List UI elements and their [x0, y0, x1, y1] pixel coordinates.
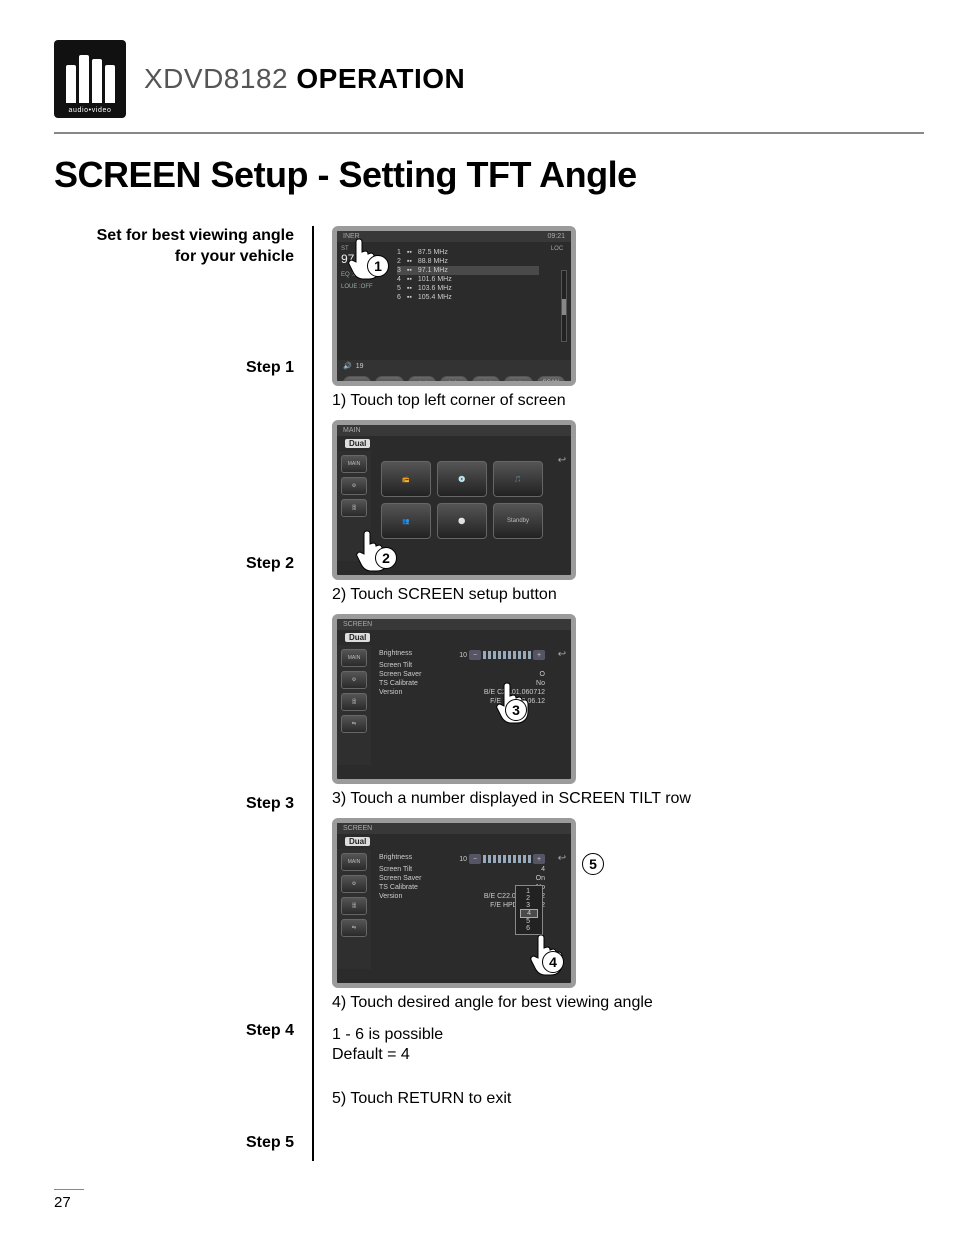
- intro-text: Set for best viewing angle for your vehi…: [54, 226, 294, 268]
- preset-row[interactable]: 2▪▪88.8 MHz: [397, 257, 539, 266]
- tilt-option-selected[interactable]: 4: [520, 909, 538, 918]
- tilt-option[interactable]: 5: [524, 918, 534, 925]
- logo-bars: [60, 40, 121, 107]
- step-3-label: Step 3: [246, 794, 294, 815]
- tilt-dropdown[interactable]: 1 2 3 4 5 6: [515, 885, 543, 935]
- loc-label: LOC: [543, 246, 571, 252]
- preset-row[interactable]: 5▪▪103.6 MHz: [397, 284, 539, 293]
- preset-row[interactable]: 3▪▪97.1 MHz: [397, 266, 539, 275]
- forward-button[interactable]: ►►: [504, 376, 532, 386]
- menu-disc-icon[interactable]: 💿: [437, 461, 487, 497]
- step-2-label: Step 2: [246, 554, 294, 575]
- callout-2: 2: [375, 547, 397, 569]
- model-number: XDVD8182: [144, 63, 288, 94]
- screenshot-tilt-dropdown: SCREEN Dual MAIN ⚙ 🎚 ⇆ Brightness 10−+: [332, 818, 576, 988]
- main-button[interactable]: MAIN: [341, 455, 367, 473]
- caption-5: 5) Touch RETURN to exit: [332, 1090, 924, 1108]
- caption-3: 3) Touch a number displayed in SCREEN TI…: [332, 790, 924, 808]
- page-title: SCREEN Setup - Setting TFT Angle: [54, 154, 924, 196]
- prev-track-button[interactable]: ◄◄: [408, 376, 436, 386]
- screenshot-tuner: INER 09:21 ST 97. EQ :USER LOUE :OFF 1▪▪…: [332, 226, 576, 386]
- ss1-clock: 09:21: [547, 233, 565, 240]
- tilt-default-note: Default = 4: [332, 1046, 924, 1064]
- brand-badge: Dual: [345, 439, 370, 448]
- caption-1: 1) Touch top left corner of screen: [332, 392, 924, 410]
- side-icon[interactable]: ⇆: [341, 715, 367, 733]
- ss2-mode: MAIN: [343, 427, 361, 434]
- step-1-label: Step 1: [246, 358, 294, 379]
- ss1-mode: INER: [343, 233, 360, 240]
- screenshot-screen-setup: SCREEN Dual MAIN ⚙ 🎚 ⇆ Brightness 10−+: [332, 614, 576, 784]
- screen-saver-row[interactable]: Screen SaverOn: [377, 874, 547, 883]
- brand-badge: Dual: [345, 633, 370, 642]
- screen-tilt-row[interactable]: Screen Tilt4: [377, 865, 547, 874]
- main-button[interactable]: MAIN: [341, 853, 367, 871]
- side-icon[interactable]: 🎚: [341, 499, 367, 517]
- operation-label: OPERATION: [296, 63, 465, 94]
- tilt-option[interactable]: 3: [524, 902, 534, 909]
- step-5-label: Step 5: [246, 1133, 294, 1154]
- tilt-range-note: 1 - 6 is possible: [332, 1026, 924, 1044]
- return-icon[interactable]: ↩: [553, 645, 571, 765]
- step-4-label: Step 4: [246, 1021, 294, 1042]
- next-track-button[interactable]: ►►: [440, 376, 468, 386]
- side-icon[interactable]: 🎚: [341, 693, 367, 711]
- caption-2: 2) Touch SCREEN setup button: [332, 586, 924, 604]
- transport-bar: ◄◄ ►► ◄◄ ►► SCAN: [337, 372, 571, 386]
- tilt-option[interactable]: 1: [524, 888, 534, 895]
- return-icon[interactable]: ↩: [553, 451, 571, 561]
- menu-aux-icon[interactable]: ⚪: [437, 503, 487, 539]
- screenshot-main-menu: MAIN Dual MAIN ⚙ 🎚 📻 💿 🎵 👥: [332, 420, 576, 580]
- side-panel: MAIN ⚙ 🎚: [337, 451, 371, 561]
- side-icon[interactable]: ⚙: [341, 477, 367, 495]
- menu-av-icon[interactable]: 👥: [381, 503, 431, 539]
- page-number: 27: [54, 1189, 84, 1211]
- tilt-option[interactable]: 2: [524, 895, 534, 902]
- logo-subtext: audio•video: [69, 107, 112, 114]
- ts-calibrate-row[interactable]: TS CalibrateNo: [377, 679, 547, 688]
- side-icon[interactable]: ⚙: [341, 875, 367, 893]
- side-icon[interactable]: ⚙: [341, 671, 367, 689]
- preset-row[interactable]: 1▪▪87.5 MHz: [397, 248, 539, 257]
- volume-value: 19: [356, 363, 364, 370]
- scan-button[interactable]: SCAN: [537, 376, 565, 386]
- vertical-separator: [312, 226, 314, 1161]
- brand-logo: audio•video: [54, 40, 126, 118]
- side-icon[interactable]: 🎚: [341, 897, 367, 915]
- brightness-row[interactable]: Brightness 10−+: [377, 853, 547, 865]
- menu-radio-icon[interactable]: 📻: [381, 461, 431, 497]
- scrollbar[interactable]: [561, 270, 567, 342]
- transport-button[interactable]: [343, 376, 371, 386]
- preset-row[interactable]: 4▪▪101.6 MHz: [397, 275, 539, 284]
- callout-3: 3: [505, 699, 527, 721]
- transport-button[interactable]: [375, 376, 403, 386]
- preset-row[interactable]: 6▪▪105.4 MHz: [397, 293, 539, 302]
- ss1-loud: LOUE :OFF: [341, 284, 389, 290]
- ss4-mode: SCREEN: [343, 825, 372, 832]
- rewind-button[interactable]: ◄◄: [472, 376, 500, 386]
- ss3-mode: SCREEN: [343, 621, 372, 628]
- page-header: audio•video XDVD8182 OPERATION: [54, 40, 924, 134]
- screen-saver-row[interactable]: Screen SaverO: [377, 670, 547, 679]
- version-row: VersionB/E C22.01.060712: [377, 688, 547, 697]
- callout-5: 5: [582, 853, 604, 875]
- callout-4: 4: [542, 951, 564, 973]
- header-title: XDVD8182 OPERATION: [144, 63, 465, 95]
- screen-tilt-row[interactable]: Screen Tilt: [377, 661, 547, 670]
- menu-ipod-icon[interactable]: 🎵: [493, 461, 543, 497]
- main-button[interactable]: MAIN: [341, 649, 367, 667]
- tilt-option[interactable]: 6: [524, 925, 534, 932]
- side-icon[interactable]: ⇆: [341, 919, 367, 937]
- caption-4: 4) Touch desired angle for best viewing …: [332, 994, 924, 1012]
- standby-button[interactable]: Standby: [493, 503, 543, 539]
- callout-1: 1: [367, 255, 389, 277]
- brightness-row[interactable]: Brightness 10−+: [377, 649, 547, 661]
- brand-badge: Dual: [345, 837, 370, 846]
- volume-icon: 🔊: [343, 362, 352, 370]
